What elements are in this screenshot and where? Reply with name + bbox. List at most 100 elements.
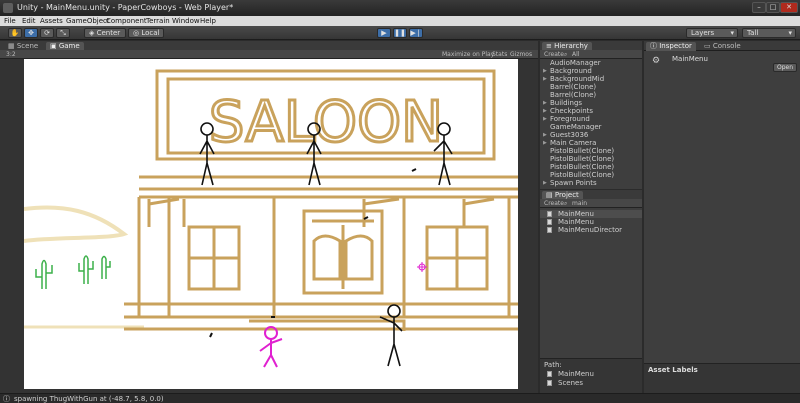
list-item[interactable]: PistolBullet(Clone) [540, 155, 642, 163]
rotate-tool-button[interactable]: ⟳ [40, 28, 54, 38]
scene-file-icon [547, 371, 552, 377]
maximize-on-play-toggle[interactable]: Maximize on Play [442, 50, 494, 59]
path-item[interactable]: Scenes [540, 379, 642, 387]
game-view-controlbar: 3:2 Maximize on Play Stats Gizmos [0, 50, 538, 59]
tab-inspector[interactable]: ⓘ Inspector [646, 42, 696, 51]
hierarchy-controlbar: Create ⌕ All [540, 50, 642, 59]
space-toggle[interactable]: ◎ Local [128, 28, 164, 38]
game-canvas[interactable]: SALOON [24, 59, 518, 389]
expand-arrow-icon[interactable]: ▶ [543, 99, 547, 107]
menu-edit[interactable]: Edit [22, 17, 36, 25]
menu-bar: File Edit Assets GameObject Component Te… [0, 16, 800, 26]
status-message[interactable]: spawning ThugWithGun at (-48.7, 5.8, 0.0… [14, 394, 164, 403]
pivot-icon: ◈ [89, 29, 97, 37]
list-item[interactable]: AudioManager [540, 59, 642, 67]
list-item[interactable]: ▶ Foreground [540, 115, 642, 123]
project-search-input[interactable]: main [572, 199, 587, 208]
expand-arrow-icon[interactable]: ▶ [543, 131, 547, 139]
asset-labels-title: Asset Labels [648, 366, 698, 374]
pivot-toggle[interactable]: ◈ Center [84, 28, 126, 38]
menu-component[interactable]: Component [106, 17, 147, 25]
cactus [35, 255, 111, 289]
console-icon: ▭ [704, 42, 713, 50]
list-item[interactable]: MainMenuDirector [540, 226, 642, 234]
project-create-button[interactable]: Create [544, 199, 564, 208]
project-list: MainMenu MainMenu MainMenuDirector [540, 208, 642, 358]
list-item[interactable]: ▶ Checkpoints [540, 107, 642, 115]
menu-gameobject[interactable]: GameObject [66, 17, 110, 25]
list-item[interactable]: PistolBullet(Clone) [540, 163, 642, 171]
step-icon: ▶❘ [410, 29, 422, 37]
inspector-body: ⚙ MainMenu Open [644, 51, 800, 363]
gizmos-toggle[interactable]: Gizmos [510, 50, 532, 59]
path-label: Path: [544, 361, 562, 369]
pause-button[interactable]: ❚❚ [393, 28, 407, 38]
menu-file[interactable]: File [4, 17, 16, 25]
list-item[interactable]: Barrel(Clone) [540, 83, 642, 91]
saloon-door [302, 209, 384, 295]
list-item[interactable]: ▶ Spawn Points [540, 179, 642, 187]
chevron-down-icon: ▾ [788, 29, 792, 37]
menu-terrain[interactable]: Terrain [146, 17, 170, 25]
aspect-dropdown[interactable]: 3:2 [6, 50, 16, 59]
list-item[interactable]: ▶ Main Camera [540, 139, 642, 147]
scene-icon: ▦ [8, 42, 17, 50]
search-icon: ⌕ [564, 200, 568, 207]
menu-window[interactable]: Window [172, 17, 200, 25]
menu-help[interactable]: Help [200, 17, 216, 25]
list-item[interactable]: PistolBullet(Clone) [540, 147, 642, 155]
close-button[interactable]: ✕ [780, 2, 798, 13]
expand-arrow-icon[interactable]: ▶ [543, 115, 547, 123]
expand-arrow-icon[interactable]: ▶ [543, 75, 547, 83]
hierarchy-icon: ≡ [546, 42, 555, 50]
hand-icon: ✋ [10, 29, 20, 37]
list-item[interactable]: ▶ BackgroundMid [540, 75, 642, 83]
game-view: SALOON [0, 59, 538, 393]
expand-arrow-icon[interactable]: ▶ [543, 179, 547, 187]
inspector-object-name: MainMenu [672, 55, 708, 63]
list-item[interactable]: MainMenu [540, 210, 642, 218]
step-button[interactable]: ▶❘ [409, 28, 423, 38]
saloon-sign-text: SALOON [209, 90, 443, 155]
window-titlebar: Unity - MainMenu.unity - PaperCowboys - … [0, 0, 800, 16]
maximize-button[interactable]: □ [766, 2, 780, 13]
path-item[interactable]: MainMenu [540, 370, 642, 378]
window-title: Unity - MainMenu.unity - PaperCowboys - … [17, 3, 234, 12]
stats-toggle[interactable]: Stats [492, 50, 507, 59]
hand-tool-button[interactable]: ✋ [8, 28, 22, 38]
hierarchy-create-button[interactable]: Create [544, 50, 564, 59]
folder-icon: ▤ [546, 191, 555, 199]
script-file-icon [547, 227, 552, 233]
play-button[interactable]: ▶ [377, 28, 391, 38]
scale-icon: ⤡ [60, 29, 66, 37]
chevron-down-icon: ▾ [730, 29, 734, 37]
list-item[interactable]: ▶ Background [540, 67, 642, 75]
tab-console[interactable]: ▭ Console [700, 42, 745, 51]
pause-icon: ❚❚ [394, 29, 406, 37]
game-icon: ▣ [50, 42, 59, 50]
list-item[interactable]: Barrel(Clone) [540, 91, 642, 99]
layers-dropdown[interactable]: Layers ▾ [686, 28, 738, 38]
expand-arrow-icon[interactable]: ▶ [543, 67, 547, 75]
list-item[interactable]: MainMenu [540, 218, 642, 226]
list-item[interactable]: GameManager [540, 123, 642, 131]
minimize-button[interactable]: – [752, 2, 766, 13]
rotate-icon: ⟳ [44, 29, 50, 37]
inspector-tabbar: ⓘ Inspector ▭ Console [644, 41, 800, 51]
expand-arrow-icon[interactable]: ▶ [543, 139, 547, 147]
hierarchy-search-input[interactable]: All [572, 50, 579, 59]
scale-tool-button[interactable]: ⤡ [56, 28, 70, 38]
open-button[interactable]: Open [773, 63, 797, 72]
expand-arrow-icon[interactable]: ▶ [543, 107, 547, 115]
menu-assets[interactable]: Assets [40, 17, 63, 25]
file-icon [547, 219, 552, 225]
main-toolbar: ✋ ✥ ⟳ ⤡ ◈ Center ◎ Local ▶ ❚❚ ▶❘ Layers ▾… [0, 26, 800, 40]
list-item[interactable]: ▶ Guest3036 [540, 131, 642, 139]
move-tool-button[interactable]: ✥ [24, 28, 38, 38]
list-item[interactable]: PistolBullet(Clone) [540, 171, 642, 179]
layout-dropdown[interactable]: Tall ▾ [742, 28, 796, 38]
project-controlbar: Create ⌕ main [540, 199, 642, 208]
scene-file-icon [547, 211, 552, 217]
list-item[interactable]: ▶ Buildings [540, 99, 642, 107]
play-icon: ▶ [381, 29, 387, 37]
